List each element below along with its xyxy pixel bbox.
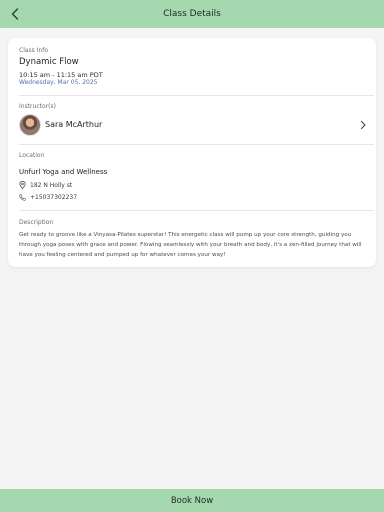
- description-label: Description: [19, 219, 54, 226]
- chevron-right-icon: [360, 120, 366, 130]
- address-text: 182 N Holly st: [30, 181, 73, 189]
- instructor-name: Sara McArthur: [45, 120, 103, 129]
- class-date: Wednesday, Mar 05, 2025: [19, 79, 98, 86]
- divider: [19, 144, 374, 145]
- book-now-label: Book Now: [170, 495, 214, 506]
- phone-text: +15037302237: [30, 194, 78, 201]
- description-text: Get ready to groove like a Vinyasa-Pilat…: [19, 232, 362, 258]
- class-time: 10:15 am - 11:15 am PDT: [19, 71, 103, 79]
- top-bar: Class Details: [0, 0, 384, 28]
- phone-icon: [19, 194, 26, 201]
- instructors-label: Instructor(s): [19, 103, 56, 110]
- divider: [19, 210, 374, 211]
- address-row[interactable]: 182 N Holly st: [19, 181, 72, 189]
- class-details-card: Class Info Dynamic Flow 10:15 am - 11:15…: [8, 38, 376, 267]
- divider: [19, 95, 374, 96]
- venue-name: Unfurl Yoga and Wellness: [19, 168, 108, 176]
- map-pin-icon: [19, 181, 26, 189]
- phone-row[interactable]: +15037302237: [19, 194, 77, 201]
- book-now-button[interactable]: Book Now: [0, 489, 384, 512]
- chevron-left-icon: [11, 8, 19, 20]
- class-name: Dynamic Flow: [19, 57, 79, 67]
- class-info-label: Class Info: [19, 47, 49, 54]
- location-label: Location: [19, 152, 45, 159]
- back-button[interactable]: [6, 5, 24, 23]
- avatar: [19, 114, 41, 136]
- page-title: Class Details: [163, 9, 221, 19]
